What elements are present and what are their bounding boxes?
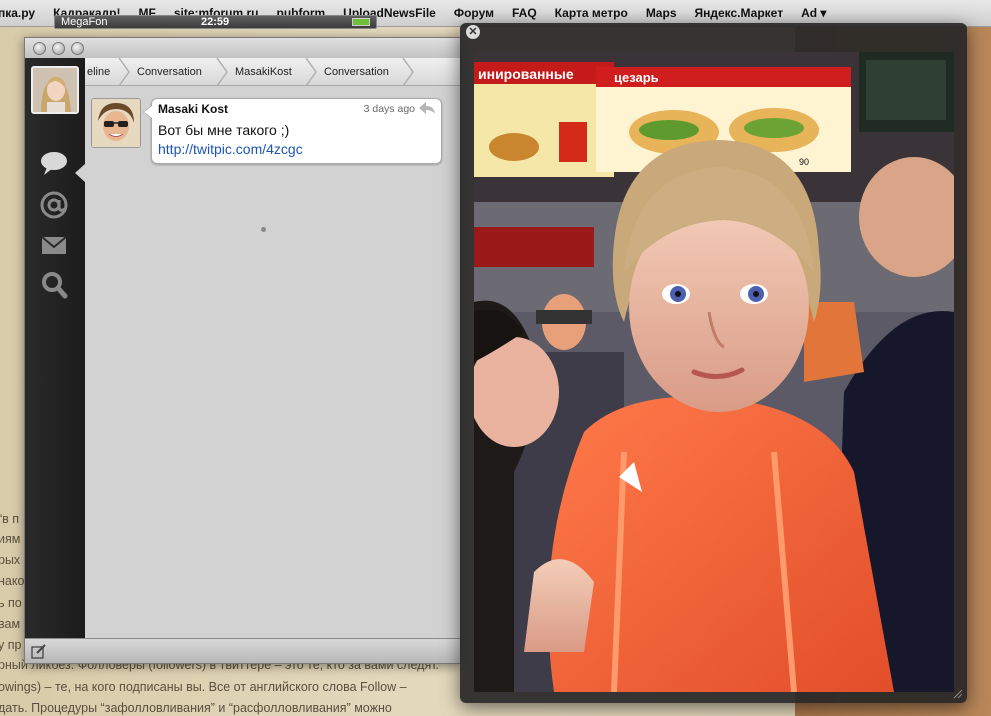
loading-indicator: [261, 227, 266, 232]
tweet-message: Вот бы мне такого ;): [158, 122, 290, 138]
article-line: у пр: [0, 638, 22, 652]
chevron-right-icon: [118, 58, 130, 85]
breadcrumb-item[interactable]: MasakiKost: [235, 66, 292, 78]
compose-icon[interactable]: [31, 643, 49, 661]
user-avatar[interactable]: [31, 66, 79, 114]
envelope-icon[interactable]: [39, 230, 69, 260]
window-minimize-button[interactable]: [52, 42, 65, 55]
article-line: иям: [0, 532, 21, 546]
article-line: вам: [0, 617, 21, 631]
clock: 22:59: [201, 16, 230, 28]
bookmark[interactable]: FAQ: [512, 6, 537, 20]
window-close-button[interactable]: [33, 42, 46, 55]
speech-bubble-icon[interactable]: [39, 148, 69, 178]
tweet-author-name[interactable]: Masaki Kost: [158, 102, 228, 116]
bookmarks-overflow-menu[interactable]: Ad ▾: [801, 6, 826, 20]
reply-icon[interactable]: [418, 101, 436, 115]
article-line: ь по: [0, 596, 22, 610]
resize-grip-icon[interactable]: [953, 689, 963, 699]
breadcrumb-item[interactable]: Conversation: [137, 66, 202, 78]
chevron-right-icon: [216, 58, 228, 85]
tweet-link[interactable]: http://twitpic.com/4zcgc: [158, 141, 303, 157]
chevron-right-icon: [402, 58, 414, 85]
article-line: owings) – те, на кого подписаны вы. Все …: [0, 680, 407, 694]
bookmark[interactable]: Карта метро: [555, 6, 628, 20]
bookmark[interactable]: Яндекс.Маркет: [695, 6, 784, 20]
carrier-name: MegaFon: [61, 16, 108, 28]
tweet-bubble[interactable]: Masaki Kost 3 days ago Вот бы мне такого…: [143, 98, 442, 164]
selected-tab-indicator: [75, 164, 85, 182]
at-icon[interactable]: [39, 190, 69, 220]
menu-board-text: инированные: [478, 66, 574, 82]
breadcrumb: eline Conversation MasakiKost Conversati…: [85, 58, 460, 86]
article-line: “в п: [0, 512, 20, 526]
bookmark[interactable]: Maps: [646, 6, 677, 20]
battery-icon: [352, 18, 370, 26]
breadcrumb-item[interactable]: Conversation: [324, 66, 389, 78]
bottom-toolbar: [25, 638, 460, 663]
twitter-client-window: eline Conversation MasakiKost Conversati…: [24, 37, 461, 664]
photo-viewer: ✕ инированные цезарь 90: [460, 23, 967, 703]
conversation-pane: Masaki Kost 3 days ago Вот бы мне такого…: [85, 86, 460, 638]
tweet-photo: инированные цезарь 90 90: [474, 52, 954, 692]
chevron-right-icon: [305, 58, 317, 85]
menu-board-title: цезарь: [614, 70, 659, 85]
article-line: рых: [0, 553, 21, 567]
tweet-text: Вот бы мне такого ;) http://twitpic.com/…: [158, 121, 438, 159]
window-zoom-button[interactable]: [71, 42, 84, 55]
price-label: 90: [799, 157, 809, 167]
tweet-timestamp: 3 days ago: [363, 103, 415, 115]
bookmark[interactable]: Форум: [454, 6, 494, 20]
sidebar: [25, 58, 85, 638]
article-line: дать. Процедуры “зафолловливания” и “рас…: [0, 701, 392, 715]
close-icon[interactable]: ✕: [466, 25, 480, 39]
phone-status-bar: MegaFon 22:59: [54, 15, 377, 29]
tweet-author-avatar[interactable]: [91, 98, 141, 148]
window-titlebar[interactable]: [25, 38, 460, 58]
magnifier-icon[interactable]: [39, 270, 69, 300]
bookmark[interactable]: пка.ру: [0, 6, 35, 20]
breadcrumb-item[interactable]: eline: [87, 66, 110, 78]
article-line: нако: [0, 574, 25, 588]
